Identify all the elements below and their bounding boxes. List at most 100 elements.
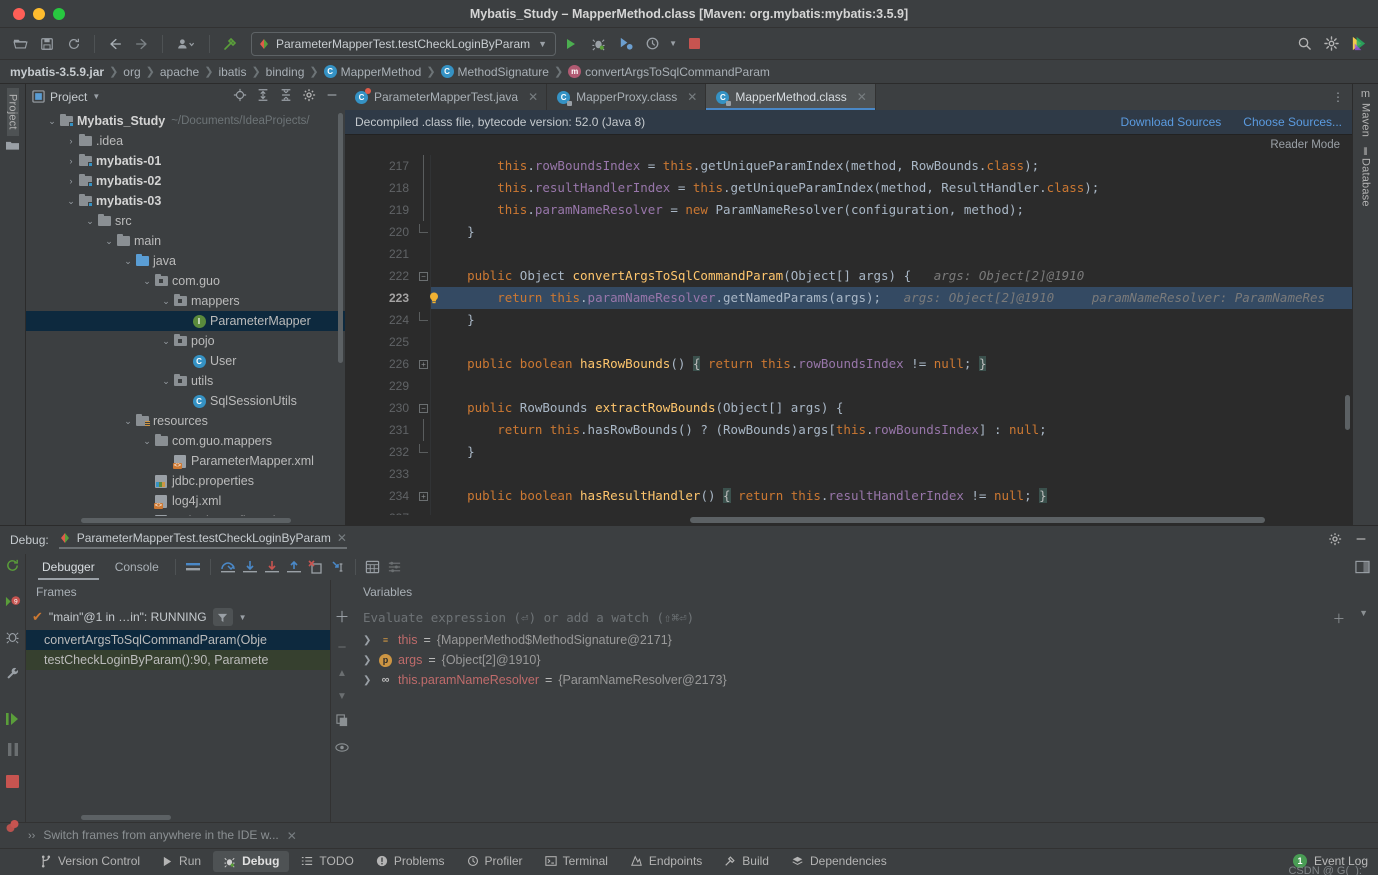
code-line[interactable]: } [431,441,1352,463]
tree-node--idea[interactable]: › .idea [26,131,345,151]
variables-list[interactable]: ❯ ≡ this = {MapperMethod$MethodSignature… [353,630,1378,690]
breadcrumb-item-4[interactable]: binding [266,65,305,79]
fold-collapse-icon[interactable]: − [417,265,430,287]
code-line[interactable]: } [431,221,1352,243]
download-sources-link[interactable]: Download Sources [1121,115,1222,129]
tree-node-sqlsessionutils[interactable]: C SqlSessionUtils [26,391,345,411]
line-number[interactable]: 233 [345,463,417,485]
variable-row[interactable]: ❯ p args = {Object[2]@1910} [353,650,1378,670]
fold-end-icon[interactable] [417,441,430,463]
expand-chevron-icon[interactable]: ❯ [363,635,373,646]
tree-node-mappers[interactable]: ⌄ mappers [26,291,345,311]
expand-hint-icon[interactable]: ›› [28,830,35,842]
chevron-down-icon[interactable]: ⌄ [122,416,134,427]
tool-window-build[interactable]: Build [714,851,779,872]
breadcrumb-item-2[interactable]: apache [160,65,199,79]
fold-end-icon[interactable] [417,309,430,331]
code-line[interactable]: this.paramNameResolver = new ParamNameRe… [431,199,1352,221]
expand-chevron-icon[interactable]: ❯ [363,655,373,666]
fold-end-icon[interactable] [417,221,430,243]
debug-session-tab[interactable]: ParameterMapperTest.testCheckLoginByPara… [58,531,347,549]
minimize-icon[interactable] [1354,532,1368,549]
tree-node-parametermapper-xml[interactable]: ParameterMapper.xml [26,451,345,471]
tree-node-com-guo-mappers[interactable]: ⌄ com.guo.mappers [26,431,345,451]
variable-row[interactable]: ❯ ∞ this.paramNameResolver = {ParamNameR… [353,670,1378,690]
line-number[interactable]: 220 [345,221,417,243]
tree-node-utils[interactable]: ⌄ utils [26,371,345,391]
chevron-right-icon[interactable]: › [65,176,77,186]
sidebar-item-project[interactable]: Project [6,88,19,136]
rerun-icon[interactable] [5,558,20,576]
close-window-button[interactable] [13,7,25,20]
filter-icon[interactable] [212,608,233,626]
run-icon[interactable] [559,32,583,56]
tree-node-com-guo[interactable]: ⌄ com.guo [26,271,345,291]
line-number[interactable]: 218 [345,177,417,199]
chevron-down-icon[interactable]: ⌄ [46,116,58,127]
tree-node-pojo[interactable]: ⌄ pojo [26,331,345,351]
tab-debugger[interactable]: Debugger [32,554,105,580]
debugger-layout-settings[interactable] [1355,560,1378,574]
tool-window-version-control[interactable]: Version Control [30,851,150,872]
chevron-down-icon[interactable]: ▼ [1359,608,1368,627]
fold-line[interactable] [417,199,430,221]
chevron-down-icon[interactable]: ⌄ [160,376,172,387]
chevron-down-icon[interactable]: ⌄ [160,336,172,347]
frames-list[interactable]: convertArgsToSqlCommandParam(Obje testCh… [26,630,330,813]
code-folding-gutter[interactable]: −+−+− [417,155,431,515]
line-number[interactable]: 232 [345,441,417,463]
collapse-all-icon[interactable] [279,88,293,105]
code-line[interactable]: return this.hasRowBounds() ? (RowBounds)… [431,419,1352,441]
variable-row[interactable]: ❯ ≡ this = {MapperMethod$MethodSignature… [353,630,1378,650]
evaluate-expression-input[interactable]: Evaluate expression (⏎) or add a watch (… [353,604,1378,630]
gear-icon[interactable] [1328,532,1342,549]
tool-window-problems[interactable]: Problems [366,851,455,872]
chevron-down-icon[interactable]: ⌄ [65,196,77,207]
view-breakpoints-icon[interactable]: 9 [4,594,21,612]
expand-chevron-icon[interactable]: ❯ [363,675,373,686]
tree-node-mybatis-01[interactable]: › mybatis-01 [26,151,345,171]
hammer-icon[interactable] [218,32,242,56]
project-tree-hscrollbar[interactable] [26,516,345,525]
debug-icon[interactable] [586,32,610,56]
project-tree-vscrollbar[interactable] [338,113,343,363]
line-number[interactable]: 231 [345,419,417,441]
tab-console[interactable]: Console [105,554,169,580]
close-tab-icon[interactable]: ✕ [528,90,538,104]
tool-window-debug[interactable]: Debug [213,850,290,872]
line-number[interactable]: 223 [345,287,417,309]
search-icon[interactable] [1292,32,1316,56]
restore-layout-icon[interactable] [5,819,21,836]
sidebar-item-database[interactable]: Database [1360,158,1372,207]
eye-icon[interactable] [335,742,349,756]
profiler-icon[interactable] [640,32,664,56]
code-content[interactable]: this.rowBoundsIndex = this.getUniquePara… [431,155,1352,515]
frame-row[interactable]: testCheckLoginByParam():90, Paramete [26,650,330,670]
line-number[interactable]: 222 [345,265,417,287]
step-into-icon[interactable] [239,556,261,578]
code-line[interactable] [431,507,1352,515]
run-configuration-selector[interactable]: ParameterMapperTest.testCheckLoginByPara… [251,31,557,56]
tree-node-mybatis-study[interactable]: ⌄ Mybatis_Study ~/Documents/IdeaProjects/ [26,111,345,131]
code-viewport[interactable]: 217 218 219 220 221 222 223 224 225 226 229 230 231 2… [345,155,1352,515]
line-number[interactable]: 226 [345,353,417,375]
tree-node-jdbc-properties[interactable]: jdbc.properties [26,471,345,491]
code-line[interactable]: this.resultHandlerIndex = this.getUnique… [431,177,1352,199]
tool-window-dependencies[interactable]: Dependencies [781,851,897,872]
editor-vscrollbar[interactable] [1345,395,1350,430]
tab-parametermappertest-java[interactable]: C ParameterMapperTest.java ✕ [345,84,548,110]
tab-mappermethod-class[interactable]: C MapperMethod.class ✕ [706,84,876,110]
layout-icon[interactable] [182,556,204,578]
code-line[interactable]: return this.paramNameResolver.getNamedPa… [431,287,1352,309]
evaluate-expression-icon[interactable] [362,556,384,578]
hide-panel-icon[interactable] [325,88,339,105]
close-tab-icon[interactable]: ✕ [857,90,867,104]
line-number-gutter[interactable]: 217 218 219 220 221 222 223 224 225 226 229 230 231 2… [345,155,417,515]
save-icon[interactable] [35,32,59,56]
line-number[interactable]: 225 [345,331,417,353]
tree-node-mybatis-03[interactable]: ⌄ mybatis-03 [26,191,345,211]
chevron-right-icon[interactable]: › [65,156,77,166]
breadcrumb-item-0[interactable]: mybatis-3.5.9.jar [10,65,104,79]
gear-icon[interactable] [1319,32,1343,56]
reader-mode-label[interactable]: Reader Mode [1270,139,1340,151]
